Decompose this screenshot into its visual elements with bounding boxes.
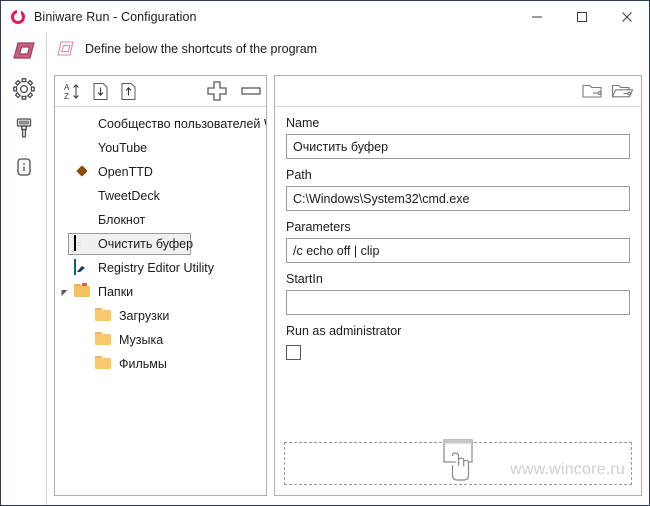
minimize-button[interactable]	[514, 1, 559, 32]
list-item-group[interactable]: Папки	[55, 280, 266, 304]
info-icon	[16, 157, 31, 176]
shortcut-detail-panel: Name Path Parameters StartIn Run as admi…	[274, 75, 642, 496]
startin-input[interactable]	[286, 290, 630, 315]
list-item[interactable]: Сообщество пользователей W	[55, 112, 266, 136]
list-item-label: Загрузки	[119, 309, 170, 323]
sidebar-item-appearance[interactable]	[1, 108, 46, 147]
export-up-arrow-icon	[121, 82, 135, 100]
list-item-selected[interactable]: Очистить буфер	[55, 232, 266, 256]
name-input[interactable]	[286, 134, 630, 159]
list-item[interactable]: Фильмы	[55, 352, 266, 376]
cmd-console-icon	[74, 235, 90, 252]
page-title: Define below the shortcuts of the progra…	[85, 41, 318, 56]
parallelogram-filled-icon	[12, 42, 35, 59]
parallelogram-outline-icon	[57, 41, 74, 56]
windows-community-icon	[74, 116, 90, 132]
shortcuts-tree[interactable]: Сообщество пользователей W YouTube OpenT…	[55, 107, 266, 500]
tree-toolbar: A Z	[55, 76, 266, 107]
registry-editor-icon	[74, 259, 90, 276]
svg-text:A: A	[64, 83, 70, 92]
svg-text:Z: Z	[64, 92, 69, 101]
sidebar-item-settings[interactable]	[1, 69, 46, 108]
folder-open-browse-icon	[611, 84, 633, 98]
youtube-icon	[74, 140, 90, 156]
list-item[interactable]: Registry Editor Utility	[55, 256, 266, 280]
maximize-icon	[576, 11, 587, 22]
list-item[interactable]: TweetDeck	[55, 184, 266, 208]
list-item-label: Фильмы	[119, 357, 167, 371]
path-input[interactable]	[286, 186, 630, 211]
openttd-icon	[74, 164, 90, 180]
import-button[interactable]	[89, 80, 111, 102]
parameters-label: Parameters	[286, 220, 351, 234]
watermark-text: www.wincore.ru	[510, 461, 625, 478]
folder-closed-browse-icon	[582, 84, 602, 98]
run-as-administrator-label: Run as administrator	[286, 324, 402, 338]
close-icon	[621, 11, 632, 22]
list-item[interactable]: YouTube	[55, 136, 266, 160]
path-label: Path	[286, 168, 312, 182]
sidebar-item-about[interactable]	[1, 147, 46, 186]
gear-icon	[12, 77, 35, 100]
list-item-label: Очистить буфер	[98, 237, 194, 251]
list-item-label: Музыка	[119, 333, 164, 347]
list-item[interactable]: OpenTTD	[55, 160, 266, 184]
export-button[interactable]	[117, 80, 139, 102]
chevron-expanded-icon[interactable]	[59, 287, 69, 297]
list-item-label: Блокнот	[98, 213, 146, 227]
biniware-logo-icon	[10, 8, 26, 25]
list-item[interactable]: Загрузки	[55, 304, 266, 328]
run-as-administrator-checkbox[interactable]	[286, 345, 301, 360]
minimize-icon	[531, 16, 542, 17]
folder-icon	[95, 308, 111, 324]
remove-button[interactable]	[238, 80, 264, 102]
list-item-label: Папки	[98, 285, 134, 299]
minus-icon	[241, 87, 261, 95]
page-header: Define below the shortcuts of the progra…	[1, 32, 649, 65]
startin-label: StartIn	[286, 272, 323, 286]
add-button[interactable]	[204, 80, 230, 102]
folder-icon	[95, 356, 111, 372]
list-item-label: TweetDeck	[98, 189, 160, 203]
notepad-icon	[74, 212, 90, 228]
plus-icon	[207, 81, 227, 101]
folder-open-icon	[74, 283, 90, 300]
list-item-label: Registry Editor Utility	[98, 261, 214, 275]
window-controls	[514, 1, 649, 32]
browse-file-button[interactable]	[581, 80, 603, 102]
configuration-window: Biniware Run - Configuration Define belo…	[0, 0, 650, 506]
list-item[interactable]: Блокнот	[55, 208, 266, 232]
main-content: A Z Сообщество пользователей W YouTube O…	[47, 65, 649, 505]
close-button[interactable]	[604, 1, 649, 32]
drag-window-hand-icon	[436, 436, 480, 486]
drop-zone[interactable]: www.wincore.ru	[284, 439, 632, 485]
window-title: Biniware Run - Configuration	[34, 9, 197, 24]
shortcut-form: Name Path Parameters StartIn Run as admi…	[275, 107, 641, 365]
parameters-input[interactable]	[286, 238, 630, 263]
sort-az-icon: A Z	[64, 83, 79, 101]
list-item-label: YouTube	[98, 141, 148, 155]
list-item-label: Сообщество пользователей W	[98, 117, 266, 131]
maximize-button[interactable]	[559, 1, 604, 32]
title-bar: Biniware Run - Configuration	[1, 1, 649, 32]
folder-icon	[95, 332, 111, 348]
list-item[interactable]: Музыка	[55, 328, 266, 352]
sidebar-item-shortcuts[interactable]	[1, 32, 46, 69]
sidebar-rail	[1, 32, 47, 505]
name-label: Name	[286, 116, 320, 130]
tweetdeck-icon	[74, 188, 90, 204]
list-item-label: OpenTTD	[98, 165, 153, 179]
brush-icon	[16, 117, 31, 138]
sort-az-button[interactable]: A Z	[61, 80, 83, 102]
import-down-arrow-icon	[93, 82, 107, 100]
browse-folder-button[interactable]	[611, 80, 633, 102]
detail-toolbar	[275, 76, 641, 107]
shortcuts-tree-panel: A Z Сообщество пользователей W YouTube O…	[54, 75, 267, 496]
